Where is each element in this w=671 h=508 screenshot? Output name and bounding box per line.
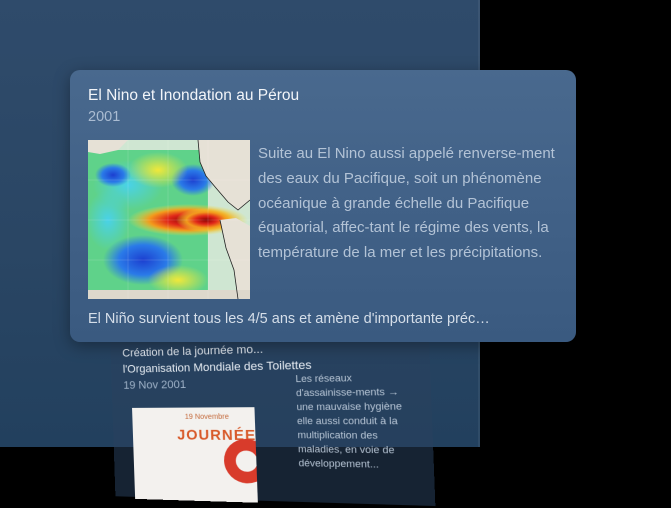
event-description: Suite au El Nino aussi appelé renverse-m… bbox=[258, 145, 555, 262]
el-nino-map-image[interactable] bbox=[88, 140, 250, 299]
background-event-card[interactable]: Création de la journée mo... l'Organisat… bbox=[110, 324, 436, 507]
event-title: El Nino et Inondation au Pérou bbox=[88, 87, 300, 104]
event-year: 2001 bbox=[88, 109, 121, 125]
background-card-thumbnail: 19 Novembre JOURNÉE bbox=[132, 407, 258, 503]
thumb-caption: 19 Novembre bbox=[184, 413, 230, 422]
toilet-logo-icon bbox=[223, 438, 258, 484]
background-card-description: Les réseaux d'assainisse-ments → une mau… bbox=[295, 372, 403, 470]
event-footer-text[interactable]: El Niño survient tous les 4/5 ans et amè… bbox=[88, 311, 564, 327]
event-popup-card[interactable]: El Nino et Inondation au Pérou 2001 Suit… bbox=[70, 70, 576, 342]
sst-anomaly-map-icon bbox=[88, 140, 250, 299]
